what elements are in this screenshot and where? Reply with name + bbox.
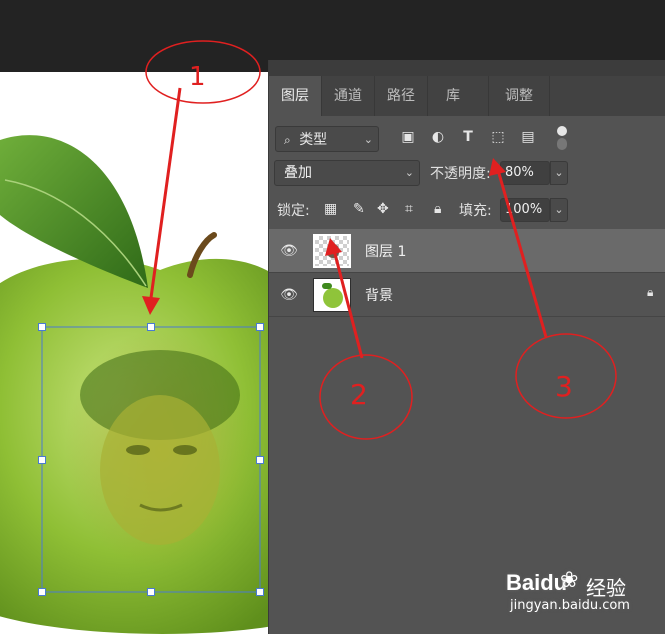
filter-label: 类型 — [299, 132, 328, 148]
transform-handle[interactable] — [256, 323, 264, 331]
jingyan-service-text: 经验 — [586, 576, 626, 600]
image-icon[interactable]: ▣ — [399, 128, 417, 146]
opacity-input[interactable]: 80% — [500, 161, 550, 185]
filter-row: ⌕ 类型 ⌄ ▣ ◐ T ⬚ ▤ — [269, 120, 665, 160]
opacity-label: 不透明度: — [430, 166, 491, 182]
text-icon[interactable]: T — [459, 128, 477, 146]
lock-image-pixels-brush-icon[interactable]: ✎ — [353, 201, 365, 217]
layer-name: 背景 — [365, 288, 393, 304]
baidu-brand-text: Baidu — [506, 570, 568, 595]
lock-artboard-crop-icon[interactable]: ⌗ — [405, 201, 413, 217]
panel-header-strip — [269, 60, 665, 76]
tab-adjustments[interactable]: 调整 — [489, 76, 550, 116]
transform-handle[interactable] — [38, 456, 46, 464]
panel-tabs: 图层 通道 路径 库 调整 — [269, 76, 665, 116]
fill-value: 100% — [505, 202, 543, 217]
layer-thumbnail — [313, 234, 351, 268]
lock-transparent-pixels-icon[interactable]: ▦ — [324, 201, 337, 217]
annotation-label-1: 1 — [189, 62, 206, 92]
adjustment-icon[interactable]: ◐ — [429, 128, 447, 146]
search-icon: ⌕ — [284, 133, 291, 147]
tab-channels[interactable]: 通道 — [322, 76, 375, 116]
blend-mode-select[interactable]: 叠加 ⌄ — [274, 160, 420, 186]
smart-object-icon[interactable]: ▤ — [519, 128, 537, 146]
filter-toggle[interactable] — [557, 126, 567, 150]
layer-row-background[interactable]: 👁︎ 背景 🔒︎ — [269, 273, 665, 317]
blend-mode-value: 叠加 — [284, 165, 312, 181]
fill-label: 填充: — [459, 203, 492, 219]
transform-handle[interactable] — [38, 588, 46, 596]
layer-thumbnail — [313, 278, 351, 312]
chevron-down-icon: ⌄ — [404, 166, 414, 179]
transform-handle[interactable] — [256, 456, 264, 464]
tab-libraries[interactable]: 库 — [428, 76, 489, 116]
layer-row-layer-1[interactable]: 👁︎ 图层 1 — [269, 229, 665, 273]
lock-icon: 🔒︎ — [647, 285, 654, 299]
chevron-down-icon: ⌄ — [363, 133, 373, 146]
lock-label: 锁定: — [277, 203, 310, 219]
tab-paths[interactable]: 路径 — [375, 76, 428, 116]
fill-dropdown-button[interactable]: ⌄ — [550, 198, 568, 222]
fill-input[interactable]: 100% — [500, 198, 550, 222]
lock-position-move-icon[interactable]: ✥ — [377, 201, 389, 217]
tab-layers[interactable]: 图层 — [269, 76, 322, 116]
opacity-dropdown-button[interactable]: ⌄ — [550, 161, 568, 185]
layers-panel: 图层 通道 路径 库 调整 ⌕ 类型 ⌄ ▣ ◐ T ⬚ ▤ 叠加 ⌄ 不透明度… — [268, 60, 665, 634]
transform-handle[interactable] — [147, 323, 155, 331]
layer-filter-select[interactable]: ⌕ 类型 ⌄ — [275, 126, 379, 152]
eye-visibility-icon[interactable]: 👁︎ — [279, 285, 299, 305]
transform-handle[interactable] — [147, 588, 155, 596]
apple-image — [0, 135, 270, 634]
baidu-jingyan-watermark: Baidu ❀ 经验 jingyan.baidu.com — [506, 560, 656, 613]
shape-icon[interactable]: ⬚ — [489, 128, 507, 146]
document-canvas[interactable] — [0, 72, 270, 634]
eye-visibility-icon[interactable]: 👁︎ — [279, 241, 299, 261]
watermark-url: jingyan.baidu.com — [510, 598, 630, 613]
annotation-label-3: 3 — [555, 370, 573, 403]
baidu-paw-icon: ❀ — [560, 568, 579, 593]
annotation-label-2: 2 — [350, 378, 368, 411]
layer-name: 图层 1 — [365, 244, 407, 260]
opacity-value: 80% — [505, 165, 534, 180]
transform-handle[interactable] — [256, 588, 264, 596]
lock-all-icon[interactable]: 🔒︎ — [434, 201, 441, 217]
transform-handle[interactable] — [38, 323, 46, 331]
